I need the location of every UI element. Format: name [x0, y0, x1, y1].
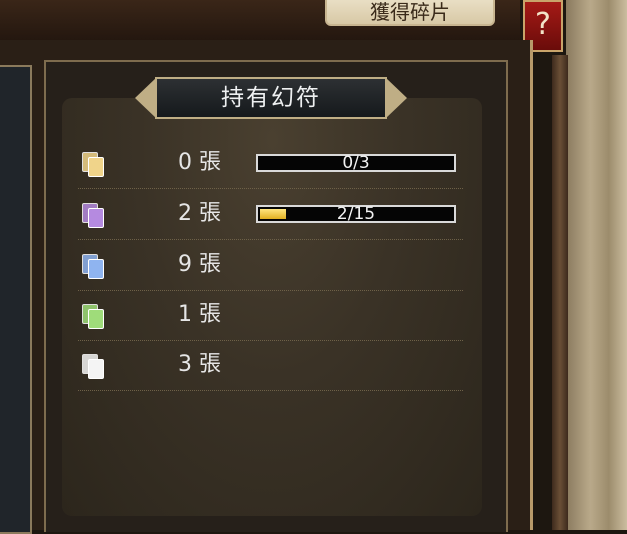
purple-card-icon [82, 203, 104, 228]
blue-card-icon [82, 254, 104, 279]
card-row-blue: 9 張 [78, 240, 463, 291]
card-count: 0 張 [178, 150, 221, 175]
card-count: 3 張 [178, 352, 221, 377]
progress-bar: 0/3 [256, 154, 456, 172]
progress-bar: 2/15 [256, 205, 456, 223]
card-count: 2 張 [178, 201, 221, 226]
panel-title-banner: 持有幻符 [133, 73, 409, 125]
yellow-card-icon [82, 152, 104, 177]
progress-text: 0/3 [342, 153, 370, 173]
card-count: 9 張 [178, 252, 221, 277]
card-row-white: 3 張 [78, 340, 463, 391]
progress-text: 2/15 [336, 204, 376, 224]
card-row-yellow: 0 張 0/3 [78, 138, 463, 189]
left-side-panel [0, 65, 32, 534]
top-action-button[interactable]: 獲得碎片 [325, 0, 495, 26]
background-scenery [566, 0, 627, 530]
card-row-green: 1 張 [78, 290, 463, 341]
wooden-post [552, 55, 568, 530]
green-card-icon [82, 304, 104, 329]
white-card-icon [82, 354, 104, 379]
card-count: 1 張 [178, 302, 221, 327]
panel-title: 持有幻符 [221, 85, 321, 111]
top-bar: 獲得碎片 [0, 0, 520, 42]
card-row-purple: 2 張 2/15 [78, 189, 463, 240]
